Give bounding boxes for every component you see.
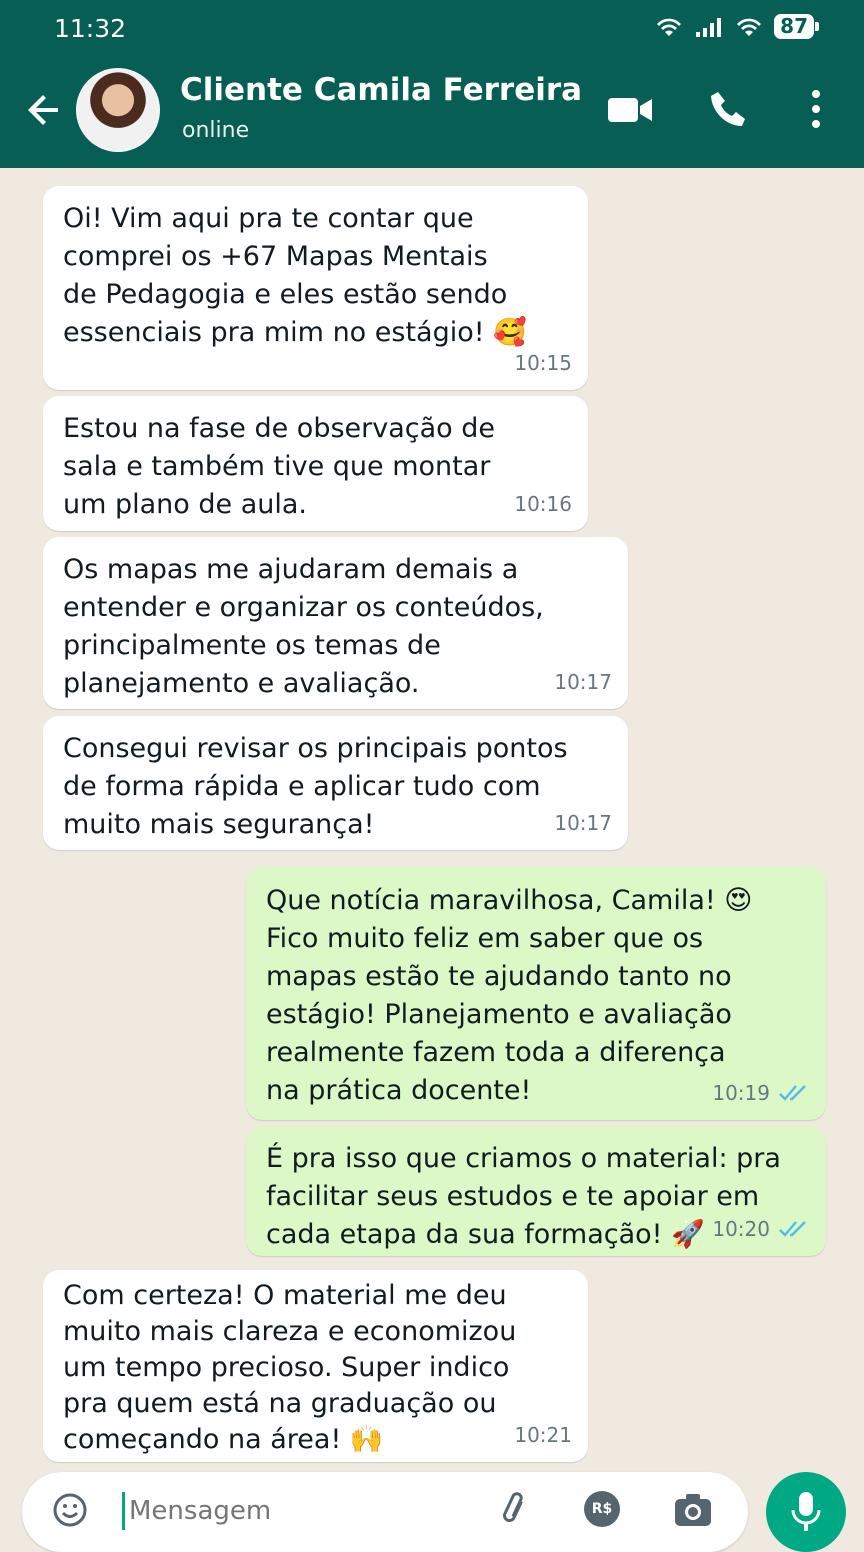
video-camera-icon[interactable] xyxy=(606,88,654,132)
emoji-icon[interactable] xyxy=(52,1492,88,1528)
outgoing-message[interactable]: Que notícia maravilhosa, Camila! 😍 Fico … xyxy=(246,868,826,1120)
message-text: Com certeza! O material me deu muito mai… xyxy=(63,1280,517,1455)
message-text: Oi! Vim aqui pra te contar que comprei o… xyxy=(63,203,527,348)
incoming-message[interactable]: Os mapas me ajudaram demais a entender e… xyxy=(43,537,628,709)
mic-button[interactable] xyxy=(766,1472,846,1552)
rs-payment-icon[interactable]: R$ xyxy=(584,1491,620,1527)
message-time: 10:17 xyxy=(554,670,612,694)
double-check-icon xyxy=(779,1085,806,1101)
status-time: 11:32 xyxy=(54,14,127,43)
incoming-message[interactable]: Oi! Vim aqui pra te contar que comprei o… xyxy=(43,186,588,390)
wifi-icon xyxy=(657,18,682,36)
more-vert-icon[interactable] xyxy=(806,88,826,132)
paperclip-icon[interactable] xyxy=(498,1490,534,1530)
incoming-message[interactable]: Com certeza! O material me deu muito mai… xyxy=(43,1270,588,1462)
incoming-message[interactable]: Consegui revisar os principais pontos de… xyxy=(43,716,628,850)
message-time: 10:17 xyxy=(554,811,612,835)
incoming-message[interactable]: Estou na fase de observação de sala e ta… xyxy=(43,396,588,531)
outgoing-message[interactable]: É pra isso que criamos o material: pra f… xyxy=(246,1126,826,1256)
wifi-icon xyxy=(737,18,762,36)
contact-name[interactable]: Cliente Camila Ferreira xyxy=(180,72,582,108)
message-time: 10:19 xyxy=(712,1074,810,1112)
message-time: 10:20 xyxy=(712,1210,810,1248)
contact-status: online xyxy=(182,118,250,143)
message-time: 10:16 xyxy=(514,492,572,516)
message-time: 10:21 xyxy=(514,1423,572,1447)
phone-icon[interactable] xyxy=(706,88,750,132)
message-text: Estou na fase de observação de sala e ta… xyxy=(63,413,496,520)
arrow-left-icon[interactable] xyxy=(22,88,66,132)
message-text: Os mapas me ajudaram demais a entender e… xyxy=(63,554,544,699)
camera-icon[interactable] xyxy=(672,1490,714,1530)
battery-icon: 87 xyxy=(774,14,819,39)
signal-icon xyxy=(696,17,722,37)
message-input[interactable] xyxy=(122,1492,471,1530)
avatar[interactable] xyxy=(76,68,160,152)
chat-header: 11:32 87 Cliente Camila Ferreira online xyxy=(0,0,864,168)
message-list[interactable]: Oi! Vim aqui pra te contar que comprei o… xyxy=(0,168,864,1468)
status-icons: 87 xyxy=(654,14,819,39)
double-check-icon xyxy=(779,1221,806,1237)
message-text: Consegui revisar os principais pontos de… xyxy=(63,733,568,840)
mic-icon xyxy=(791,1492,821,1531)
message-time: 10:15 xyxy=(514,351,572,375)
message-composer: R$ xyxy=(22,1472,748,1552)
